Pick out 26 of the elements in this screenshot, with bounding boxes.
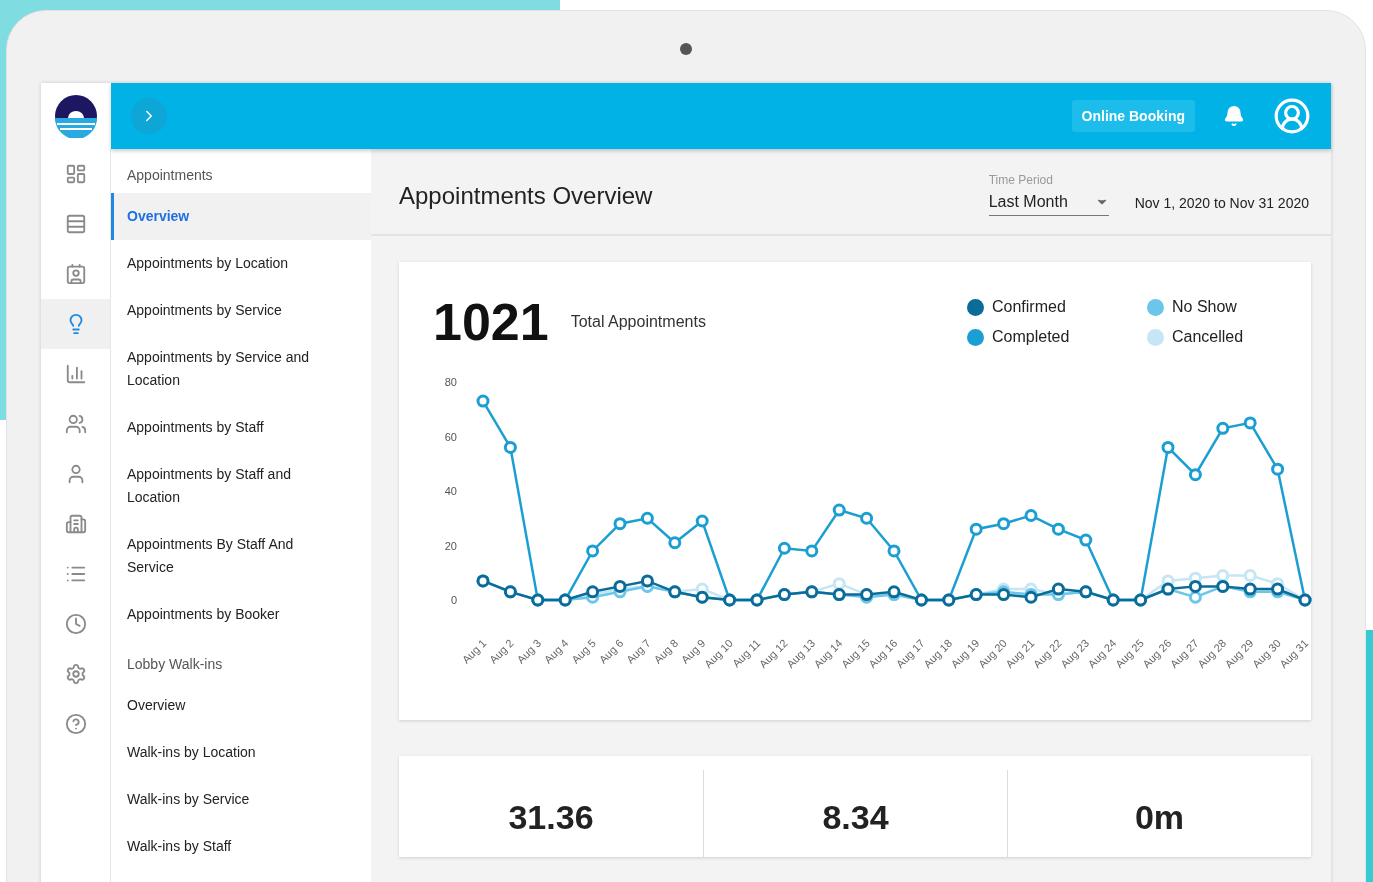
stat-value: 0m [1007,770,1311,857]
axis-tick-label: Aug 5 [569,636,598,666]
stat-value: 8.34 [703,770,1007,857]
axis-tick-label: Aug 4 [541,636,571,666]
section-heading: Lobby Walk-ins [126,655,224,674]
axis-tick-label: 0 [450,594,457,606]
date-range: Nov 1, 2020 to Nov 31 2020 [1134,195,1309,211]
axis-tick-label: 20 [444,539,457,552]
stat-value: 31.36 [507,797,595,838]
legend-label: Confirmed [992,298,1066,316]
page-title: Appointments Overview [399,182,653,210]
section-heading: Appointments [126,166,214,185]
axis-tick-label: Aug 6 [596,636,626,666]
axis-tick-label: Aug 8 [651,636,681,666]
legend-label: No Show [1172,298,1237,316]
axis-tick-label: 80 [444,376,457,388]
legend-label: Completed [992,328,1070,346]
legend-label: Cancelled [1172,328,1244,346]
axis-tick-label: 60 [444,430,457,443]
axis-tick-label: Aug 2 [487,636,516,666]
axis-tick-label: 40 [444,485,457,497]
axis-tick-label: Aug 3 [514,636,544,666]
axis-tick-label: Aug 1 [459,636,489,666]
total-label: Total Appointments [570,313,706,331]
axis-tick-label: Aug 7 [624,636,653,666]
total-count: 1021 [433,292,549,352]
